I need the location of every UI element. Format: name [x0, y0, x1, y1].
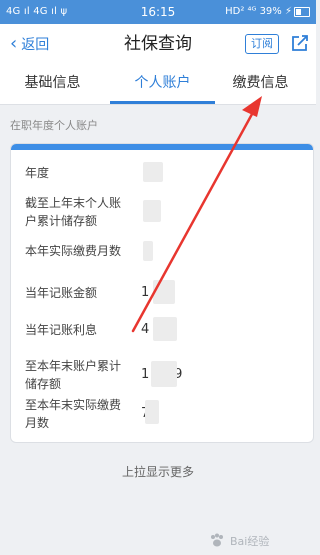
- tab-payment-info[interactable]: 缴费信息: [208, 64, 313, 104]
- battery-icon: [294, 7, 310, 17]
- chevron-left-icon: ‹: [10, 33, 18, 54]
- row-label: 截至上年末个人账户累计储存额: [25, 196, 122, 228]
- status-icons: HD² ⁴ᴳ 39% ⚡: [225, 6, 292, 17]
- share-icon[interactable]: [290, 33, 310, 53]
- row-label: 本年实际缴费月数: [25, 244, 122, 258]
- row-label: 至本年末账户累计储存额: [25, 359, 122, 391]
- watermark-text: Bai经验: [230, 535, 270, 548]
- tab-bar: 基础信息 个人账户 缴费信息: [0, 64, 316, 105]
- back-label: 返回: [21, 37, 50, 53]
- subscribe-button[interactable]: 订阅: [245, 34, 279, 54]
- section-label: 在职年度个人账户: [10, 119, 98, 132]
- redaction-mask: [143, 162, 163, 182]
- paw-logo-icon: [211, 533, 223, 547]
- tab-basic-info[interactable]: 基础信息: [0, 64, 105, 104]
- nav-bar: ‹ 返回 社保查询 订阅: [0, 24, 316, 64]
- card-accent-bar: [11, 144, 313, 150]
- redaction-mask: [153, 280, 175, 304]
- watermark: Bai经验: [204, 530, 314, 554]
- status-bar: 4G ıl 4G ıl ψ 16:15 HD² ⁴ᴳ 39% ⚡: [0, 0, 316, 24]
- row-value: 1: [141, 285, 150, 300]
- redaction-mask: [153, 317, 177, 341]
- redaction-mask: [151, 361, 177, 387]
- back-button[interactable]: ‹ 返回: [10, 24, 49, 64]
- row-value: 4: [141, 322, 150, 337]
- redaction-mask: [145, 400, 159, 424]
- row-label: 年度: [25, 166, 50, 180]
- row-label: 当年记账金额: [25, 286, 98, 300]
- pull-to-load-more[interactable]: 上拉显示更多: [0, 463, 316, 480]
- row-label: 当年记账利息: [25, 323, 98, 337]
- redaction-mask: [143, 200, 161, 222]
- row-label: 至本年末实际缴费月数: [25, 398, 122, 430]
- tab-personal-account[interactable]: 个人账户: [110, 64, 215, 104]
- account-card: 年度 截至上年末个人账户累计储存额 本年实际缴费月数 当年记账金额 1 当年记账…: [10, 143, 314, 443]
- redaction-mask: [143, 241, 153, 261]
